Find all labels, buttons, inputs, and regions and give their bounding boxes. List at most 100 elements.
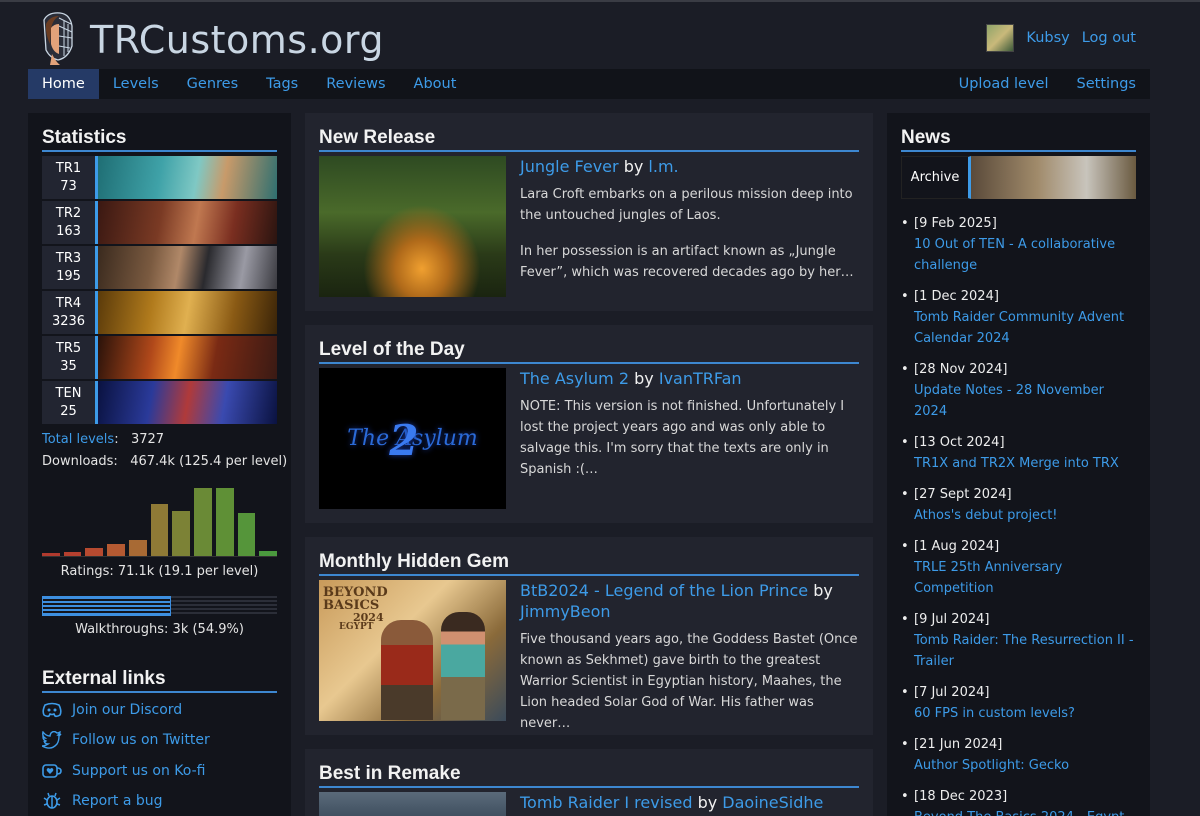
lara-logo-icon[interactable]	[38, 10, 78, 66]
author-link[interactable]: l.m.	[648, 157, 678, 176]
nav-tags[interactable]: Tags	[252, 69, 312, 99]
twitter-icon	[42, 730, 62, 750]
site-header: TRCustoms.org Kubsy Log out	[28, 4, 1150, 68]
nav-settings[interactable]: Settings	[1063, 69, 1150, 99]
nav-home[interactable]: Home	[28, 69, 99, 99]
rating-bar	[259, 551, 278, 556]
news-date: [9 Feb 2025]	[914, 216, 997, 231]
stat-row-tr4[interactable]: TR4 3236	[42, 291, 277, 334]
new-release-title: New Release	[319, 127, 859, 152]
nav-levels[interactable]: Levels	[99, 69, 173, 99]
rating-bar	[194, 488, 212, 556]
twitter-link-label: Follow us on Twitter	[72, 732, 210, 748]
news-link[interactable]: TRLE 25th Anniversary Competition	[914, 557, 1141, 599]
level-title-link[interactable]: BtB2024 - Legend of the Lion Prince	[520, 581, 808, 600]
username-link[interactable]: Kubsy	[1026, 30, 1069, 46]
total-levels-link[interactable]: Total levels	[42, 432, 114, 447]
by-text: by	[634, 369, 654, 388]
engine-count: 195	[56, 268, 81, 284]
engine-name: TR1	[55, 160, 82, 176]
bug-icon	[42, 791, 62, 811]
engine-name: TR3	[55, 250, 82, 266]
archive-banner-image	[971, 156, 1136, 199]
stat-row-tr1[interactable]: TR1 73	[42, 156, 277, 199]
external-links-title: External links	[42, 668, 277, 693]
btb-thumbnail-caption: BEYOND BASICS 2024 EGYPT	[323, 586, 388, 632]
news-date: [7 Jul 2024]	[914, 685, 990, 700]
engine-name: TEN	[55, 385, 82, 401]
btb-sub: EGYPT	[339, 622, 374, 632]
news-link[interactable]: Beyond The Basics 2024 - Egypt	[914, 807, 1141, 816]
news-date: [18 Dec 2023]	[914, 789, 1008, 804]
news-link[interactable]: TR1X and TR2X Merge into TRX	[914, 453, 1141, 474]
level-title-link[interactable]: Tomb Raider I revised	[520, 793, 692, 812]
stat-label-ten: TEN 25	[42, 381, 98, 424]
new-release-heading: Jungle Fever by l.m.	[520, 157, 860, 178]
level-title-link[interactable]: The Asylum 2	[520, 369, 629, 388]
asylum-2-thumbnail[interactable]: The Asylum 2	[319, 368, 506, 509]
hidden-gem-info: BtB2024 - Legend of the Lion Prince by J…	[520, 581, 860, 734]
best-in-remake-title: Best in Remake	[319, 763, 859, 788]
engine-count: 73	[60, 178, 77, 194]
nav-about[interactable]: About	[400, 69, 471, 99]
downloads-row: Downloads: 467.4k (125.4 per level)	[42, 454, 287, 469]
statistics-sidebar: Statistics TR1 73 TR2 163 TR3 195 TR4 32…	[28, 113, 291, 816]
level-title-link[interactable]: Jungle Fever	[520, 157, 619, 176]
news-item: [1 Dec 2024] Tomb Raider Community Advent…	[901, 286, 1141, 349]
news-date: [21 Jun 2024]	[914, 737, 1003, 752]
news-link[interactable]: Tomb Raider: The Resurrection II - Trail…	[914, 630, 1141, 672]
news-item: [27 Sept 2024] Athos's debut project!	[901, 484, 1141, 526]
top-border	[0, 0, 1200, 2]
walkthroughs-text: Walkthroughs: 3k (54.9%)	[75, 622, 244, 637]
new-release-card: New Release Jungle Fever by l.m. Lara Cr…	[305, 113, 873, 311]
total-levels-value: 3727	[130, 432, 165, 447]
news-link[interactable]: Tomb Raider Community Advent Calendar 20…	[914, 307, 1141, 349]
author-link[interactable]: DaoineSidhe	[722, 793, 823, 812]
by-text: by	[697, 793, 718, 812]
discord-link[interactable]: Join our Discord	[42, 700, 182, 720]
nav-genres[interactable]: Genres	[173, 69, 252, 99]
news-item: [9 Jul 2024] Tomb Raider: The Resurrectio…	[901, 609, 1141, 672]
downloads-label: Downloads:	[42, 454, 118, 469]
kofi-link[interactable]: Support us on Ko-fi	[42, 761, 205, 781]
tomb-raider-revised-thumbnail[interactable]	[319, 792, 506, 816]
logout-link[interactable]: Log out	[1082, 30, 1136, 46]
stat-row-tr5[interactable]: TR5 35	[42, 336, 277, 379]
news-link[interactable]: Author Spotlight: Gecko	[914, 755, 1141, 776]
news-link[interactable]: Update Notes - 28 November 2024	[914, 380, 1141, 422]
nav-upload-level[interactable]: Upload level	[945, 69, 1063, 99]
level-description: Five thousand years ago, the Goddess Bas…	[520, 631, 858, 731]
level-of-the-day-title: Level of the Day	[319, 339, 859, 364]
engine-count: 25	[60, 403, 77, 419]
ten-banner-image	[98, 381, 277, 424]
archive-link[interactable]: Archive	[901, 156, 971, 199]
statistics-title: Statistics	[42, 127, 277, 152]
by-text: by	[813, 581, 833, 600]
author-link[interactable]: JimmyBeon	[520, 602, 611, 621]
kofi-link-label: Support us on Ko-fi	[72, 763, 206, 779]
news-link[interactable]: 60 FPS in custom levels?	[914, 703, 1141, 724]
news-link[interactable]: Athos's debut project!	[914, 505, 1141, 526]
stat-row-tr3[interactable]: TR3 195	[42, 246, 277, 289]
news-archive-banner: Archive	[901, 156, 1136, 199]
main-navbar: Home Levels Genres Tags Reviews About Up…	[28, 69, 1150, 99]
news-link[interactable]: 10 Out of TEN - A collaborative challeng…	[914, 234, 1141, 276]
user-avatar[interactable]	[986, 24, 1015, 52]
news-date: [13 Oct 2024]	[914, 435, 1005, 450]
report-bug-link[interactable]: Report a bug	[42, 791, 163, 811]
level-of-the-day-heading: The Asylum 2 by IvanTRFan	[520, 369, 860, 390]
stat-row-ten[interactable]: TEN 25	[42, 381, 277, 424]
btb2024-thumbnail[interactable]: BEYOND BASICS 2024 EGYPT	[319, 580, 506, 721]
jungle-fever-thumbnail[interactable]	[319, 156, 506, 297]
tr5-banner-image	[98, 336, 277, 379]
monthly-hidden-gem-card: Monthly Hidden Gem BEYOND BASICS 2024 EG…	[305, 537, 873, 735]
discord-icon	[42, 700, 62, 720]
ratings-histogram	[42, 485, 278, 557]
site-brand[interactable]: TRCustoms.org	[90, 18, 384, 62]
author-link[interactable]: IvanTRFan	[659, 369, 742, 388]
nav-reviews[interactable]: Reviews	[312, 69, 399, 99]
rating-bar	[42, 553, 60, 556]
discord-link-label: Join our Discord	[72, 702, 183, 718]
stat-row-tr2[interactable]: TR2 163	[42, 201, 277, 244]
twitter-link[interactable]: Follow us on Twitter	[42, 730, 210, 750]
